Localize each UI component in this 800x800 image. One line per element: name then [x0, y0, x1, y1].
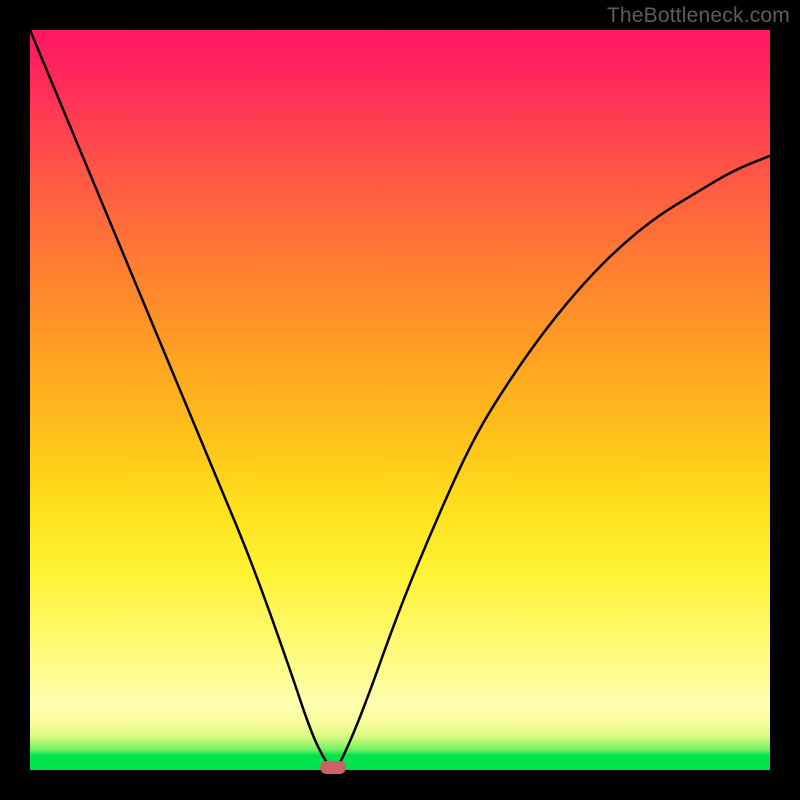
bottleneck-curve [30, 30, 770, 770]
optimum-marker [320, 761, 346, 774]
chart-frame: TheBottleneck.com [0, 0, 800, 800]
watermark-text: TheBottleneck.com [607, 4, 790, 28]
